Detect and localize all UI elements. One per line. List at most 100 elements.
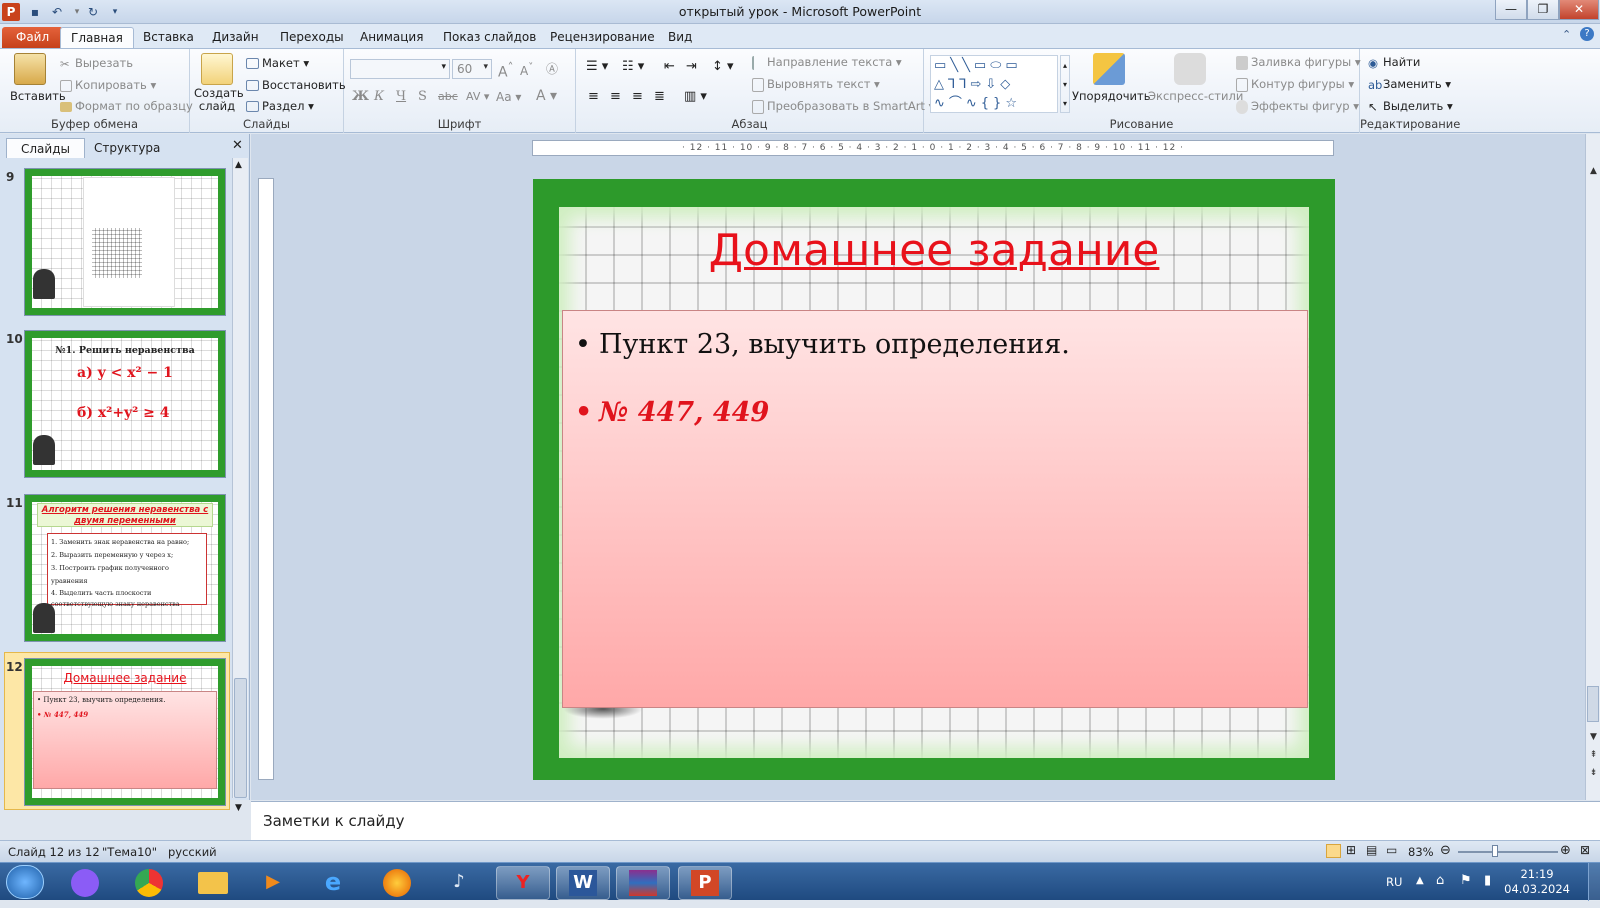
format-painter-button[interactable]: Формат по образцу <box>60 99 193 113</box>
justify-icon[interactable]: ≣ <box>654 89 665 104</box>
zoom-in-icon[interactable]: ⊕ <box>1560 843 1571 858</box>
change-case-icon[interactable]: Aa ▾ <box>496 90 521 104</box>
reset-button[interactable]: Восстановить <box>246 78 346 92</box>
align-right-icon[interactable]: ≡ <box>632 89 643 104</box>
notes-pane[interactable]: Заметки к слайду <box>251 801 1600 840</box>
slide-canvas[interactable]: Домашнее задание • Пункт 23, выучить опре… <box>533 179 1335 780</box>
smartart-button[interactable]: Преобразовать в SmartArt ▾ <box>752 99 934 114</box>
thumbnails-scrollbar[interactable]: ▲ ▼ <box>232 158 248 813</box>
word-icon[interactable]: W <box>556 866 610 900</box>
paste-button[interactable]: Вставить <box>10 53 66 103</box>
increase-indent-icon[interactable]: ⇥ <box>686 59 697 74</box>
tab-view[interactable]: Вид <box>658 27 702 48</box>
replace-button[interactable]: abЗаменить ▾ <box>1368 77 1451 92</box>
char-spacing-icon[interactable]: AV ▾ <box>466 90 489 103</box>
previous-slide-icon[interactable]: ⇞ <box>1586 748 1600 763</box>
slide-sorter-icon[interactable]: ⊞ <box>1346 843 1356 857</box>
reading-view-icon[interactable]: ▤ <box>1366 843 1377 857</box>
next-slide-icon[interactable]: ⇟ <box>1586 766 1600 781</box>
grow-font-icon[interactable]: A˄ <box>498 60 513 81</box>
align-left-icon[interactable]: ≡ <box>588 89 599 104</box>
show-desktop-button[interactable] <box>1588 863 1600 901</box>
font-size-dropdown-icon[interactable]: ▾ <box>483 62 488 72</box>
scroll-thumb[interactable] <box>1587 686 1599 722</box>
columns-icon[interactable]: ▥ ▾ <box>684 89 707 104</box>
internet-explorer-icon[interactable]: e <box>306 866 360 900</box>
numbering-icon[interactable]: ☷ ▾ <box>622 59 644 74</box>
select-button[interactable]: ↖ Выделить ▾ <box>1368 99 1453 114</box>
tab-slideshow[interactable]: Показ слайдов <box>433 27 546 48</box>
fit-to-window-icon[interactable]: ⊠ <box>1580 843 1590 857</box>
strikethrough-icon[interactable]: abc <box>438 90 458 103</box>
winrar-icon[interactable] <box>616 866 670 900</box>
font-size-input[interactable]: 60 ▾ <box>452 59 492 79</box>
scroll-up-icon[interactable]: ▲ <box>1586 164 1600 179</box>
italic-icon[interactable]: К <box>374 89 384 104</box>
decrease-indent-icon[interactable]: ⇤ <box>664 59 675 74</box>
zoom-slider[interactable] <box>1458 851 1558 853</box>
yandex-browser-icon[interactable]: Y <box>496 866 550 900</box>
bullets-icon[interactable]: ☰ ▾ <box>586 59 608 74</box>
chrome-icon[interactable] <box>122 866 176 900</box>
show-hidden-icons[interactable]: ▲ <box>1416 875 1424 886</box>
zoom-slider-thumb[interactable] <box>1492 845 1498 857</box>
align-text-button[interactable]: Выровнять текст ▾ <box>752 77 880 92</box>
slide-thumbnail-11[interactable]: Алгоритм решения неравенства с двумя пер… <box>24 494 226 642</box>
scroll-down-icon[interactable]: ▼ <box>235 803 242 813</box>
vertical-ruler[interactable] <box>258 178 274 780</box>
arrange-button[interactable]: Упорядочить <box>1072 53 1151 103</box>
tab-outline[interactable]: Структура <box>80 138 174 158</box>
explorer-icon[interactable] <box>186 866 240 900</box>
minimize-button[interactable]: — <box>1495 0 1527 20</box>
alice-icon[interactable] <box>58 866 112 900</box>
section-button[interactable]: Раздел ▾ <box>246 99 314 113</box>
slide-thumbnail-12[interactable]: Домашнее задание • Пункт 23, выучить опр… <box>24 658 226 806</box>
scroll-up-icon[interactable]: ▲ <box>235 160 242 170</box>
copy-button[interactable]: Копировать ▾ <box>60 78 156 92</box>
shapes-gallery[interactable]: ▭╲╲▭⬭▭ △⅂⅂⇨⇩◇ ∿⌒∿{}☆ <box>930 55 1058 113</box>
font-name-dropdown-icon[interactable]: ▾ <box>441 62 446 72</box>
help-icon[interactable]: ? <box>1580 27 1594 41</box>
font-color-icon[interactable]: A ▾ <box>536 88 557 104</box>
cut-button[interactable]: ✂ Вырезать <box>60 56 133 71</box>
clock[interactable]: 21:19 04.03.2024 <box>1504 867 1570 897</box>
slide-thumbnail-9[interactable] <box>24 168 226 316</box>
slide-content-box[interactable]: • Пункт 23, выучить определения. • № 447, … <box>562 310 1308 708</box>
collapse-ribbon-icon[interactable]: ⌃ <box>1562 28 1571 41</box>
shape-outline-button[interactable]: Контур фигуры ▾ <box>1236 77 1354 92</box>
zoom-level[interactable]: 83% <box>1408 845 1434 859</box>
close-pane-icon[interactable]: ✕ <box>232 138 243 153</box>
tab-review[interactable]: Рецензирование <box>540 27 665 48</box>
shadow-icon[interactable]: S <box>418 89 427 104</box>
underline-icon[interactable]: Ч <box>396 89 406 104</box>
restore-button[interactable]: ❐ <box>1527 0 1559 20</box>
tab-transitions[interactable]: Переходы <box>270 27 354 48</box>
media-player-icon[interactable]: ▶ <box>246 866 300 900</box>
new-slide-button[interactable]: Создать слайд <box>194 53 244 113</box>
theme-name[interactable]: "Тема10" <box>102 845 157 859</box>
tab-slides[interactable]: Слайды <box>6 138 85 158</box>
firefox-icon[interactable] <box>370 866 424 900</box>
zoom-out-icon[interactable]: ⊖ <box>1440 843 1451 858</box>
volume-app-icon[interactable]: ♪ <box>432 866 486 900</box>
clear-formatting-icon[interactable]: Ⓐ <box>546 60 558 77</box>
quick-styles-button[interactable]: Экспресс-стили <box>1148 53 1243 103</box>
line-spacing-icon[interactable]: ↕ ▾ <box>712 59 734 74</box>
bold-icon[interactable]: Ж <box>352 89 369 104</box>
text-direction-button[interactable]: Направление текста ▾ <box>752 55 902 70</box>
horizontal-ruler[interactable]: · 12 · 11 · 10 · 9 · 8 · 7 · 6 · 5 · 4 ·… <box>532 140 1334 156</box>
slide-title[interactable]: Домашнее задание <box>533 225 1335 276</box>
powerpoint-taskbar-icon[interactable]: P <box>678 866 732 900</box>
font-name-input[interactable]: ▾ <box>350 59 450 79</box>
slideshow-icon[interactable]: ▭ <box>1386 843 1397 857</box>
shape-effects-button[interactable]: Эффекты фигур ▾ <box>1236 99 1359 114</box>
tab-home[interactable]: Главная <box>60 27 134 48</box>
tab-file[interactable]: Файл <box>2 27 64 48</box>
shapes-gallery-scroll[interactable]: ▴ ▾ ▾ <box>1060 55 1070 113</box>
align-center-icon[interactable]: ≡ <box>610 89 621 104</box>
shrink-font-icon[interactable]: A˅ <box>520 62 533 78</box>
signal-icon[interactable]: ▮ <box>1484 873 1491 888</box>
close-button[interactable]: ✕ <box>1559 0 1599 20</box>
shape-fill-button[interactable]: Заливка фигуры ▾ <box>1236 55 1361 70</box>
flag-icon[interactable]: ⚑ <box>1460 873 1472 888</box>
